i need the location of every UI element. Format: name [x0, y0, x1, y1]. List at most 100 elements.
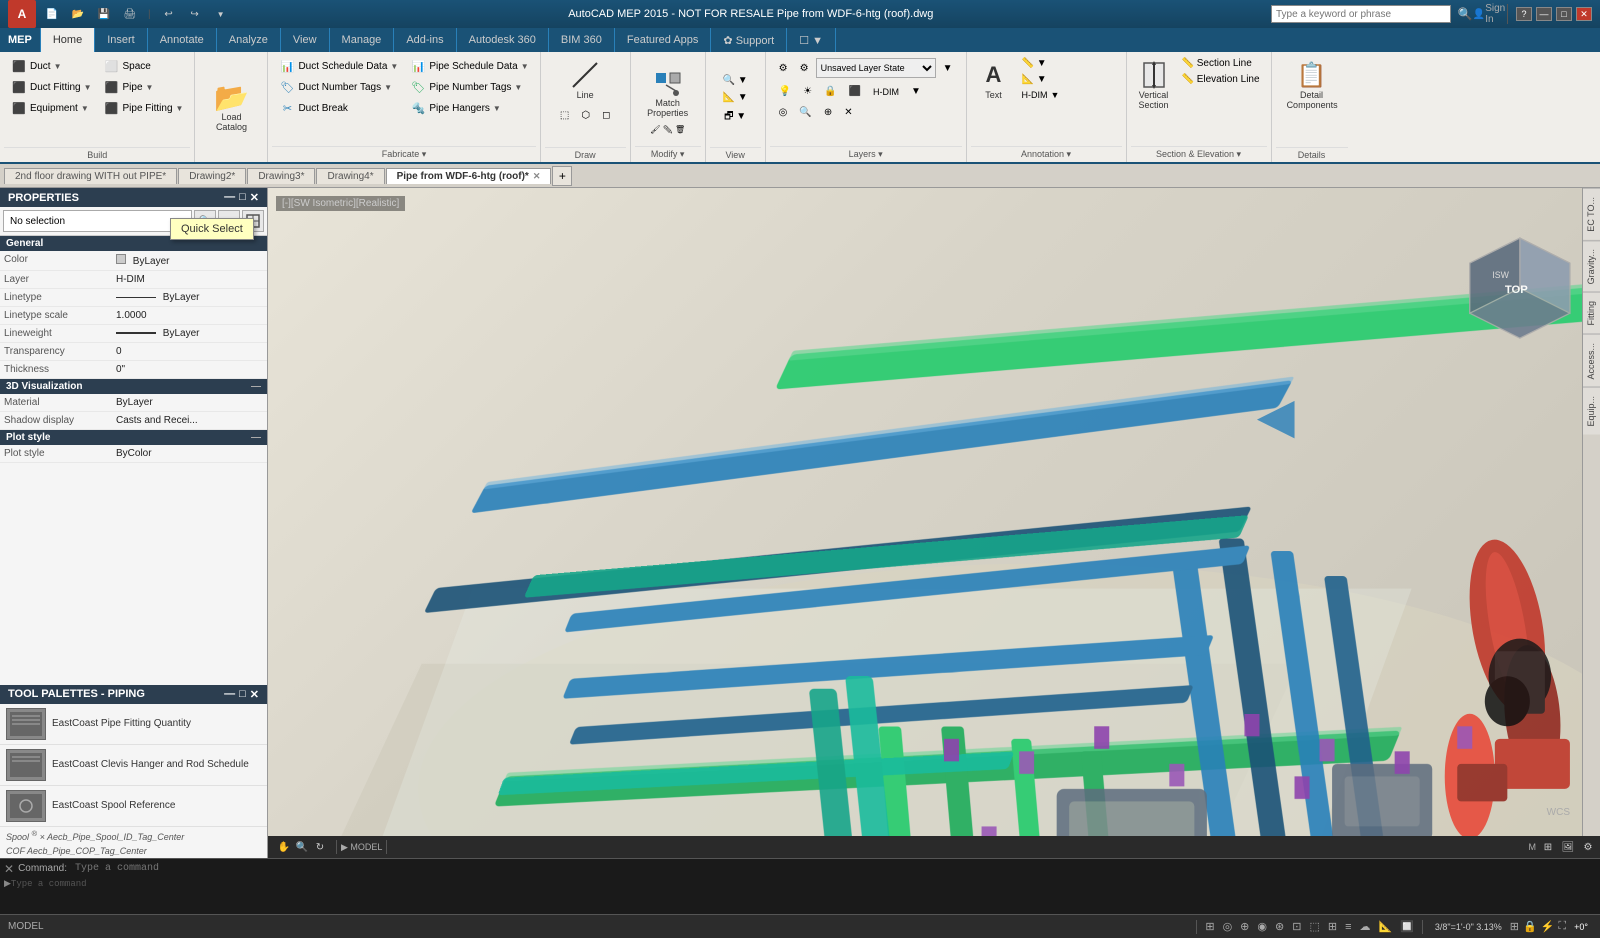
line-button[interactable]: Line: [564, 56, 606, 104]
layer-state-arrow[interactable]: ▼: [938, 61, 958, 76]
hardware-accel-icon[interactable]: ⚡: [1541, 920, 1555, 933]
tp-cop-item[interactable]: COF Aecb_Pipe_COP_Tag_Center: [0, 844, 267, 858]
vp-icon3[interactable]: ⚙: [1580, 839, 1596, 855]
help-button[interactable]: ?: [1516, 7, 1532, 21]
tab-addins[interactable]: Add-ins: [394, 28, 456, 52]
tab-manage[interactable]: Manage: [330, 28, 395, 52]
redo-button[interactable]: ↪: [185, 5, 205, 23]
polar-icon[interactable]: ◉: [1257, 920, 1267, 933]
pipe-fitting-button[interactable]: ⬛ Pipe Fitting ▼: [99, 98, 189, 118]
tab-mep[interactable]: MEP: [0, 28, 41, 52]
side-tab-gravity[interactable]: Gravity...: [1583, 240, 1600, 292]
prop-maximize[interactable]: □: [239, 191, 246, 204]
material-value[interactable]: ByLayer: [114, 395, 263, 410]
pipe-hangers-button[interactable]: 🔩 Pipe Hangers ▼: [405, 98, 533, 118]
tab-analyze[interactable]: Analyze: [217, 28, 281, 52]
layer-state-select[interactable]: Unsaved Layer State: [816, 58, 936, 78]
save-button[interactable]: 💾: [94, 5, 114, 23]
main-viewport[interactable]: 2'-11" -9-0 -40-6 -40-8 8'-5-0" 8'-0" TO…: [268, 188, 1600, 858]
tab-2nd-floor[interactable]: 2nd floor drawing WITH out PIPE*: [4, 168, 177, 184]
shadow-value[interactable]: Casts and Recei...: [114, 413, 263, 428]
duct-button[interactable]: ⬛ Duct ▼: [6, 56, 97, 76]
snap-icon[interactable]: ◎: [1223, 920, 1233, 933]
layer-btn6[interactable]: ▼: [906, 84, 926, 99]
qat-dropdown[interactable]: ▼: [211, 5, 231, 23]
dim-btn1[interactable]: 📏 ▼: [1017, 56, 1065, 71]
qprop-icon[interactable]: 📐: [1378, 920, 1392, 933]
draw-sub-btn2[interactable]: ⬡: [576, 108, 595, 123]
search-input[interactable]: [1271, 5, 1451, 23]
match-properties-button[interactable]: Match Properties: [638, 64, 698, 122]
layer-btn4[interactable]: ⬛: [844, 84, 866, 99]
pipe-schedule-data-button[interactable]: 📊 Pipe Schedule Data ▼: [405, 56, 533, 76]
view-btn3[interactable]: 🗗 ▼: [719, 107, 751, 128]
dim-btn2[interactable]: 📐 ▼: [1017, 72, 1065, 87]
draw-sub-btn3[interactable]: ◻: [597, 108, 615, 123]
tp-close[interactable]: ✕: [250, 688, 259, 701]
tab-bim360[interactable]: BIM 360: [549, 28, 615, 52]
duct-number-tags-button[interactable]: 🏷 Duct Number Tags ▼: [274, 77, 403, 97]
layer-state-btn1[interactable]: ⚙: [774, 61, 793, 76]
tp-item-3[interactable]: EastCoast Spool Reference: [0, 786, 267, 827]
ltscale-value[interactable]: 1.0000: [114, 308, 263, 323]
open-button[interactable]: 📂: [68, 5, 88, 23]
tab-view[interactable]: View: [281, 28, 330, 52]
selection-dropdown[interactable]: No selection: [3, 210, 192, 232]
tpress-icon[interactable]: ☁: [1359, 920, 1370, 933]
lock-ui-icon[interactable]: 🔒: [1523, 920, 1537, 933]
layer-tool1[interactable]: ◎: [774, 105, 793, 120]
tab-autodesk360[interactable]: Autodesk 360: [457, 28, 549, 52]
command-input[interactable]: [71, 861, 1596, 876]
annotation-scale[interactable]: 3/8"=1'-0" 3.13%: [1431, 922, 1506, 932]
layer-btn1[interactable]: 💡: [774, 84, 796, 99]
prop-close[interactable]: ✕: [250, 191, 259, 204]
tab-drawing3[interactable]: Drawing3*: [247, 168, 315, 184]
tab-home[interactable]: Home: [41, 28, 95, 52]
tab-help2[interactable]: ☐ ▼: [787, 28, 836, 52]
viz3d-section-header[interactable]: 3D Visualization —: [0, 379, 267, 394]
close-button[interactable]: ✕: [1576, 7, 1592, 21]
section-line-button[interactable]: 📏 Section Line: [1177, 56, 1265, 71]
signin-button[interactable]: 👤 Sign In: [1479, 5, 1499, 23]
zoom-icon[interactable]: 🔍: [294, 839, 310, 855]
duct-schedule-data-button[interactable]: 📊 Duct Schedule Data ▼: [274, 56, 403, 76]
osnap-icon[interactable]: ⊛: [1275, 920, 1284, 933]
elevation-line-button[interactable]: 📏 Elevation Line: [1177, 72, 1265, 87]
layer-tool2[interactable]: 🔍: [794, 105, 816, 120]
text-button[interactable]: A Text: [973, 56, 1015, 104]
maximize-button[interactable]: □: [1556, 7, 1572, 21]
tab-support[interactable]: ✿ Support: [711, 28, 787, 52]
layer-btn5[interactable]: H-DIM: [868, 84, 904, 99]
tab-pipe-from-wdf[interactable]: Pipe from WDF-6-htg (roof)* ✕: [386, 168, 552, 184]
space-button[interactable]: ⬜ Space: [99, 56, 189, 76]
annotation-select[interactable]: H-DIM ▼: [1017, 88, 1065, 102]
layer-tool3[interactable]: ⊕: [819, 105, 837, 120]
layer-state-btn2[interactable]: ⚙: [795, 61, 814, 76]
layer-btn2[interactable]: ☀: [798, 84, 817, 99]
tab-annotate[interactable]: Annotate: [148, 28, 217, 52]
view-btn2[interactable]: 📐 ▼: [718, 90, 753, 105]
layer-btn3[interactable]: 🔒: [819, 84, 841, 99]
tab-drawing2[interactable]: Drawing2*: [178, 168, 246, 184]
undo-button[interactable]: ↩: [159, 5, 179, 23]
minimize-button[interactable]: —: [1536, 7, 1552, 21]
prop-minimize[interactable]: —: [224, 191, 235, 204]
side-tab-access[interactable]: Access...: [1583, 334, 1600, 388]
workspace-icon[interactable]: ⊞: [1510, 920, 1519, 933]
side-tab-equip[interactable]: Equip...: [1583, 387, 1600, 435]
sel-cycling-icon[interactable]: 🔲: [1400, 920, 1414, 933]
new-button[interactable]: 📄: [42, 5, 62, 23]
pan-icon[interactable]: ✋: [276, 839, 292, 855]
equipment-button[interactable]: ⬛ Equipment ▼: [6, 98, 97, 118]
tp-item-1[interactable]: EastCoast Pipe Fitting Quantity: [0, 704, 267, 745]
otrack-icon[interactable]: ⊡: [1292, 920, 1301, 933]
zero-angle[interactable]: +0°: [1570, 922, 1592, 932]
grid-icon[interactable]: ⊞: [1205, 920, 1214, 933]
load-catalog-button[interactable]: 📂 Load Catalog: [201, 78, 261, 136]
color-value[interactable]: ByLayer: [114, 252, 263, 269]
layer-tool4[interactable]: ✕: [839, 105, 857, 120]
transparency-value[interactable]: 0: [114, 344, 263, 359]
duct-fitting-button[interactable]: ⬛ Duct Fitting ▼: [6, 77, 97, 97]
pipe-number-tags-button[interactable]: 🏷 Pipe Number Tags ▼: [405, 77, 533, 97]
tp-item-2[interactable]: EastCoast Clevis Hanger and Rod Schedule: [0, 745, 267, 786]
